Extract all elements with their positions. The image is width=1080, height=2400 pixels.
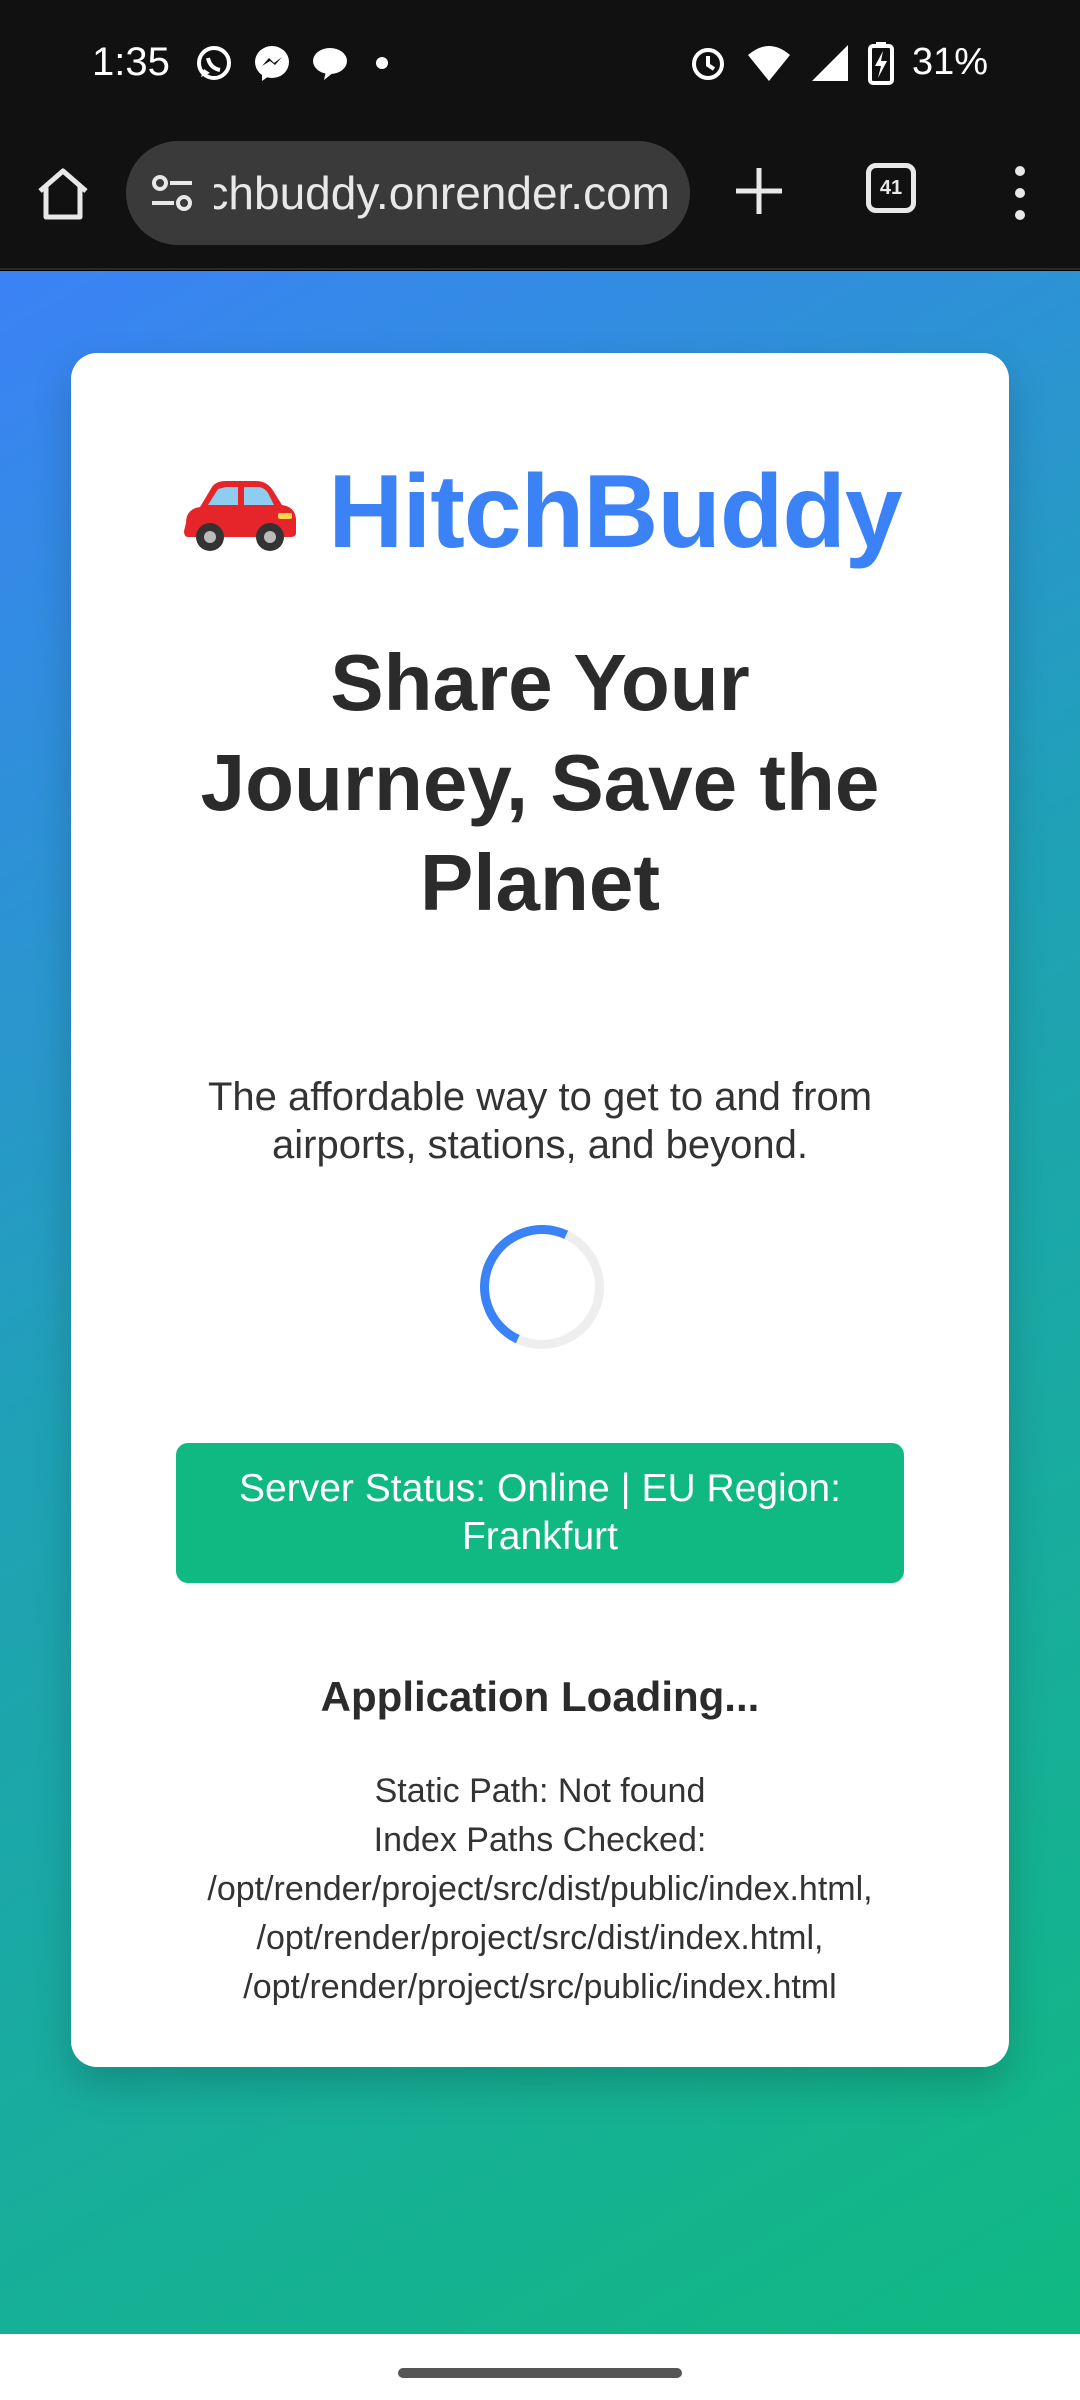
- loading-spinner: [462, 1207, 622, 1367]
- loading-title: Application Loading...: [320, 1673, 760, 1720]
- tab-count: 41: [879, 176, 903, 199]
- more-options-icon[interactable]: [1000, 163, 1040, 223]
- chat-icon: [310, 43, 350, 83]
- app-logo: HitchBuddy: [71, 453, 1009, 572]
- whatsapp-icon: [194, 43, 234, 83]
- url-text[interactable]: hitchbuddy.onrender.com: [214, 166, 690, 220]
- clock: 1:35: [92, 40, 170, 84]
- tagline: The affordable way to get to and from ai…: [207, 1075, 873, 1167]
- home-icon[interactable]: [34, 165, 92, 223]
- server-status-banner: Server Status: Online | EU Region: Frank…: [176, 1443, 904, 1583]
- wifi-icon: [746, 43, 792, 83]
- messenger-icon: [252, 43, 292, 83]
- page-background: HitchBuddy Share Your Journey, Save the …: [0, 271, 1080, 2334]
- page-title: Share Your Journey, Save the Planet: [200, 638, 880, 927]
- battery-percentage: 31%: [911, 41, 988, 83]
- address-bar[interactable]: hitchbuddy.onrender.com: [126, 141, 690, 245]
- dot-icon: [375, 56, 388, 69]
- home-gesture-bar[interactable]: [398, 2368, 682, 2378]
- index-paths-list: /opt/render/project/src/dist/public/inde…: [207, 1870, 873, 2006]
- index-paths-label: Index Paths Checked:: [373, 1821, 707, 1859]
- site-settings-icon[interactable]: [148, 169, 196, 217]
- car-icon: [184, 480, 297, 551]
- status-bar-left: 1:35: [92, 40, 388, 85]
- system-nav-bar: [0, 2334, 1080, 2400]
- status-bar-right: 31%: [688, 41, 988, 85]
- logo-text: HitchBuddy: [328, 454, 903, 570]
- browser-toolbar: hitchbuddy.onrender.com 41: [0, 125, 1080, 270]
- index-paths-block: Index Paths Checked: /opt/render/project…: [111, 1816, 969, 2012]
- static-path-text: Static Path: Not found: [374, 1772, 706, 1810]
- new-tab-icon[interactable]: [730, 162, 788, 220]
- server-status-text: Server Status: Online | EU Region: Frank…: [239, 1467, 841, 1558]
- landing-card: HitchBuddy Share Your Journey, Save the …: [71, 353, 1009, 2067]
- status-bar: 1:35 31%: [0, 0, 1080, 125]
- battery-charging-icon: [867, 41, 894, 85]
- alarm-icon: [688, 43, 728, 83]
- tab-switcher-button[interactable]: 41: [866, 163, 916, 213]
- signal-icon: [810, 43, 850, 83]
